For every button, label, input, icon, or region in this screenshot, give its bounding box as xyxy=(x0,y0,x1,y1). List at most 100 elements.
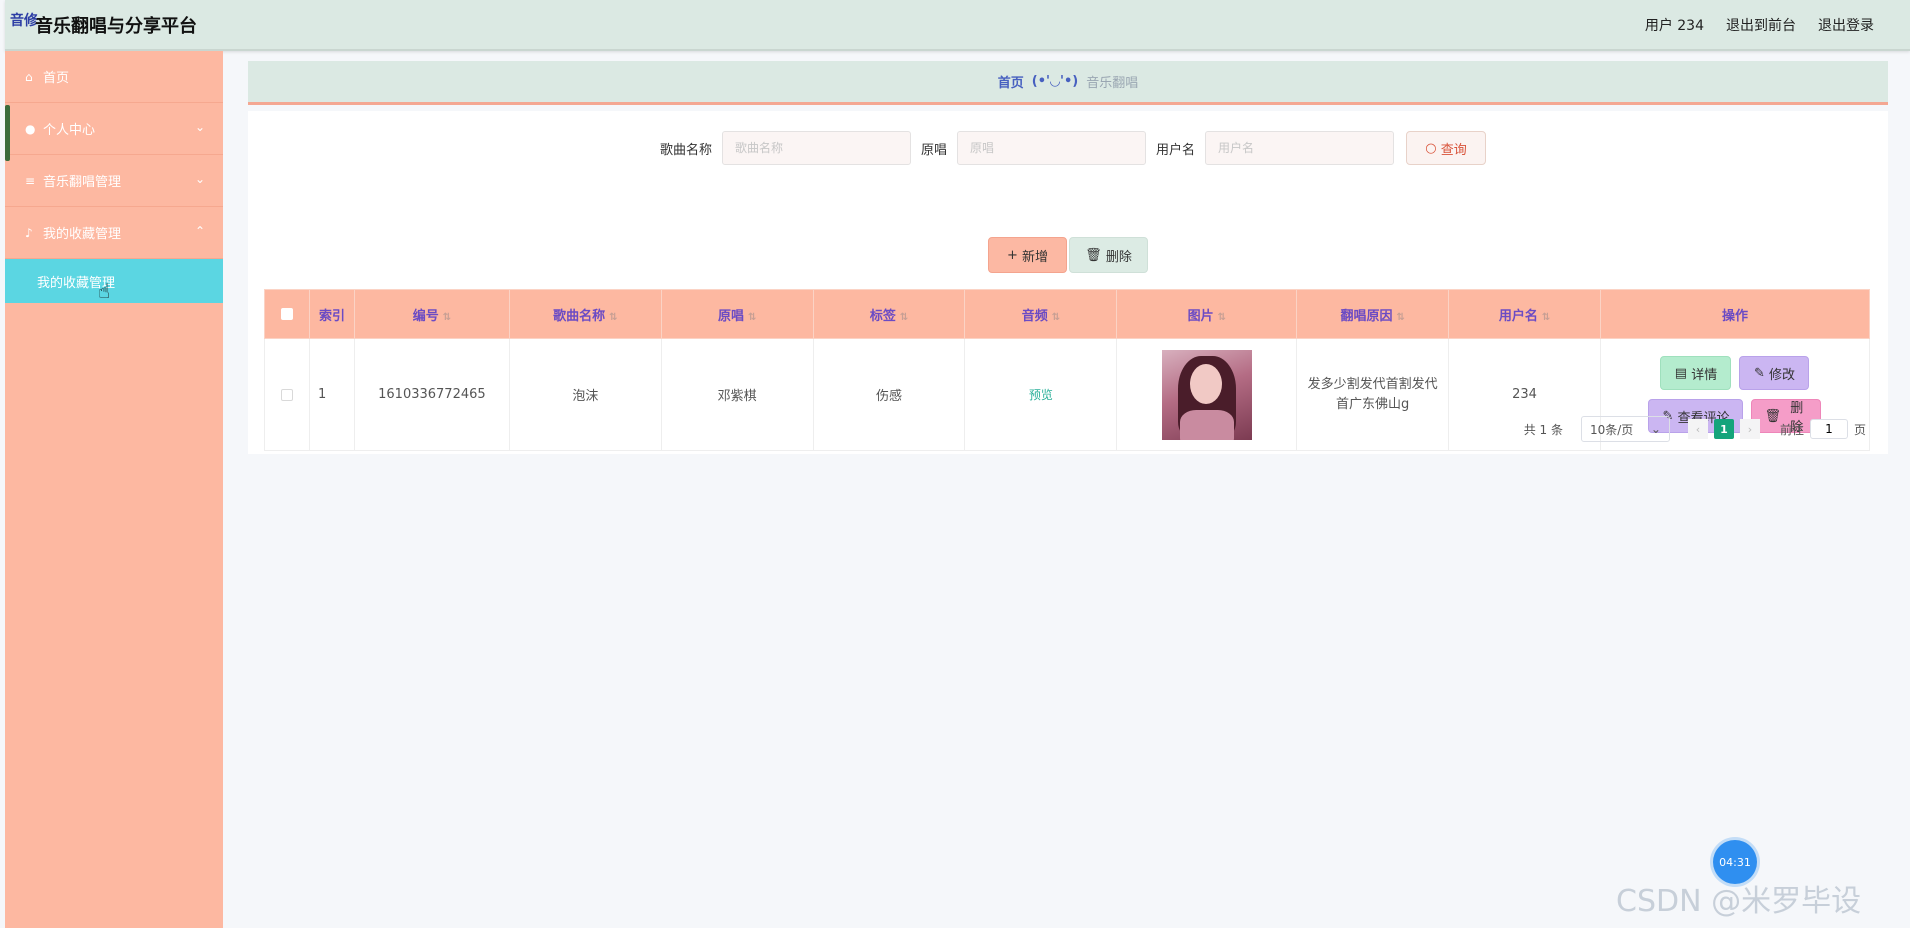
cell-id: 1610336772465 xyxy=(353,338,510,451)
mic-icon: ♪ xyxy=(25,225,33,240)
next-page-button[interactable]: › xyxy=(1739,419,1760,439)
chevron-down-icon: ⌄ xyxy=(194,120,205,134)
audio-preview-link[interactable]: 预览 xyxy=(1029,388,1053,402)
column-header-ops: 操作 xyxy=(1599,289,1871,339)
goto-label: 前往 xyxy=(1779,422,1804,437)
edit-label: 修改 xyxy=(1768,367,1795,383)
breadcrumb: 首页 (•'◡'•) 音乐翻唱 xyxy=(248,61,1888,105)
top-links: 用户 234 退出到前台 退出登录 xyxy=(1645,15,1874,35)
sort-icon[interactable]: ⇅ xyxy=(1542,312,1550,323)
cover-thumbnail[interactable] xyxy=(1161,349,1252,440)
page-number-current[interactable]: 1 xyxy=(1713,419,1734,439)
sort-icon[interactable]: ⇅ xyxy=(609,312,617,323)
row-select-cell[interactable] xyxy=(264,338,310,451)
breadcrumb-current: 音乐翻唱 xyxy=(1086,76,1139,91)
sidebar-item-label: 我的收藏管理 xyxy=(43,227,122,242)
cell-index: 1 xyxy=(308,338,355,451)
cell-audio: 预览 xyxy=(964,338,1118,451)
trash-icon: 🗑 xyxy=(1085,247,1106,263)
sidebar-item-label: 个人中心 xyxy=(43,123,96,138)
watermark: CSDN @米罗毕设 xyxy=(1616,884,1862,919)
sidebar: ⌂ 首页 ● 个人中心 ⌄ ≡ 音乐翻唱管理 ⌄ ♪ 我的收藏管理 ⌃ 我的收藏… xyxy=(5,51,223,928)
prev-page-button[interactable]: ‹ xyxy=(1687,419,1708,439)
column-header-tag[interactable]: 标签 ⇅ xyxy=(812,289,966,339)
detail-label: 详情 xyxy=(1691,367,1718,383)
page-size-value: 10条/页 xyxy=(1589,422,1634,437)
detail-button[interactable]: ▤ 详情 xyxy=(1660,356,1732,390)
to-front-link[interactable]: 退出到前台 xyxy=(1726,15,1796,35)
search-bar: 歌曲名称 原唱 用户名 ○ 查询 xyxy=(248,131,1888,165)
original-search-input[interactable] xyxy=(957,131,1146,165)
chevron-up-icon: ⌃ xyxy=(194,224,205,238)
username-search-input[interactable] xyxy=(1205,131,1395,165)
column-header-audio[interactable]: 音频 ⇅ xyxy=(964,289,1118,339)
add-button[interactable]: + 新增 xyxy=(988,237,1067,273)
reason-text: 发多少割发代首割发代首广东佛山g xyxy=(1307,376,1438,412)
cell-reason: 发多少割发代首割发代首广东佛山g xyxy=(1296,338,1450,451)
row-actions-line: ▤ 详情 ✎ 修改 xyxy=(1660,356,1810,390)
column-header-label: 用户名 xyxy=(1498,308,1538,324)
column-header-label: 标签 xyxy=(869,308,896,324)
cell-tag: 伤感 xyxy=(812,338,966,451)
column-header-label: 原唱 xyxy=(717,308,744,324)
search-icon: ○ xyxy=(1425,140,1441,156)
query-button[interactable]: ○ 查询 xyxy=(1406,131,1487,165)
sidebar-item-label: 音乐翻唱管理 xyxy=(43,175,122,190)
sort-icon[interactable]: ⇅ xyxy=(1052,312,1060,323)
column-header-label: 歌曲名称 xyxy=(553,308,606,324)
sidebar-item-favorites[interactable]: ♪ 我的收藏管理 ⌃ xyxy=(5,207,223,259)
sidebar-item-home[interactable]: ⌂ 首页 xyxy=(5,51,223,103)
thumbnail-face xyxy=(1189,363,1222,404)
page-suffix: 页 xyxy=(1853,422,1866,437)
pencil-icon: ✎ xyxy=(1753,365,1769,381)
sidebar-subitem-favorites[interactable]: 我的收藏管理 xyxy=(5,259,223,303)
chevron-down-icon: ⌄ xyxy=(194,172,205,186)
app-title: 音乐翻唱与分享平台 xyxy=(35,16,197,37)
top-bar: 音修 音乐翻唱与分享平台 用户 234 退出到前台 退出登录 xyxy=(5,0,1910,51)
sidebar-item-cover-management[interactable]: ≡ 音乐翻唱管理 ⌄ xyxy=(5,155,223,207)
main-content: 首页 (•'◡'•) 音乐翻唱 歌曲名称 原唱 用户名 ○ 查询 + 新增 🗑 … xyxy=(223,51,1910,928)
sort-icon[interactable]: ⇅ xyxy=(443,312,451,323)
column-header-reason[interactable]: 翻唱原因 ⇅ xyxy=(1296,289,1450,339)
sort-icon[interactable]: ⇅ xyxy=(1218,312,1226,323)
action-bar: + 新增 🗑 删除 xyxy=(248,237,1888,273)
original-label: 原唱 xyxy=(920,142,947,158)
select-all-cell[interactable] xyxy=(264,289,310,339)
sort-icon[interactable]: ⇅ xyxy=(1396,312,1404,323)
row-checkbox[interactable] xyxy=(280,388,293,401)
column-header-label: 图片 xyxy=(1187,308,1214,324)
logout-link[interactable]: 退出登录 xyxy=(1818,15,1874,35)
sidebar-item-personal-center[interactable]: ● 个人中心 ⌄ xyxy=(5,103,223,155)
chevron-down-icon: ⌄ xyxy=(1650,422,1661,436)
column-header-username[interactable]: 用户名 ⇅ xyxy=(1448,289,1601,339)
cell-original: 邓紫棋 xyxy=(660,338,814,451)
table-header-row: 索引 编号 ⇅ 歌曲名称 ⇅ 原唱 ⇅ 标签 ⇅ 音频 ⇅ 图片 ⇅ 翻唱原因 ⇅ 用户名 ⇅ … xyxy=(264,289,1871,339)
app-logo: 音修 xyxy=(10,13,38,29)
total-count: 共 1 条 xyxy=(1523,422,1563,437)
sort-icon[interactable]: ⇅ xyxy=(748,312,756,323)
column-header-image[interactable]: 图片 ⇅ xyxy=(1116,289,1298,339)
breadcrumb-home[interactable]: 首页 xyxy=(998,72,1024,91)
home-icon: ⌂ xyxy=(25,69,33,84)
column-header-id[interactable]: 编号 ⇅ xyxy=(353,289,510,339)
song-search-input[interactable] xyxy=(721,131,911,165)
query-button-label: 查询 xyxy=(1440,142,1467,158)
breadcrumb-separator: (•'◡'•) xyxy=(1031,74,1079,89)
goto-page-input[interactable] xyxy=(1809,419,1848,439)
document-icon: ▤ xyxy=(1674,365,1692,381)
column-header-label: 编号 xyxy=(412,308,439,324)
list-icon: ≡ xyxy=(25,173,36,188)
content-panel: 歌曲名称 原唱 用户名 ○ 查询 + 新增 🗑 删除 xyxy=(248,111,1888,454)
select-all-checkbox[interactable] xyxy=(280,308,293,320)
batch-delete-button[interactable]: 🗑 删除 xyxy=(1069,237,1148,273)
user-label[interactable]: 用户 234 xyxy=(1645,15,1704,35)
scrollbar-handle[interactable] xyxy=(5,105,10,161)
thumbnail-body xyxy=(1179,409,1234,440)
sidebar-item-label: 首页 xyxy=(43,71,70,86)
page-size-select[interactable]: 10条/页 ⌄ xyxy=(1580,416,1670,442)
sort-icon[interactable]: ⇅ xyxy=(900,312,908,323)
edit-button[interactable]: ✎ 修改 xyxy=(1739,356,1810,390)
column-header-song[interactable]: 歌曲名称 ⇅ xyxy=(508,289,662,339)
batch-delete-label: 删除 xyxy=(1105,249,1132,265)
column-header-original[interactable]: 原唱 ⇅ xyxy=(660,289,814,339)
